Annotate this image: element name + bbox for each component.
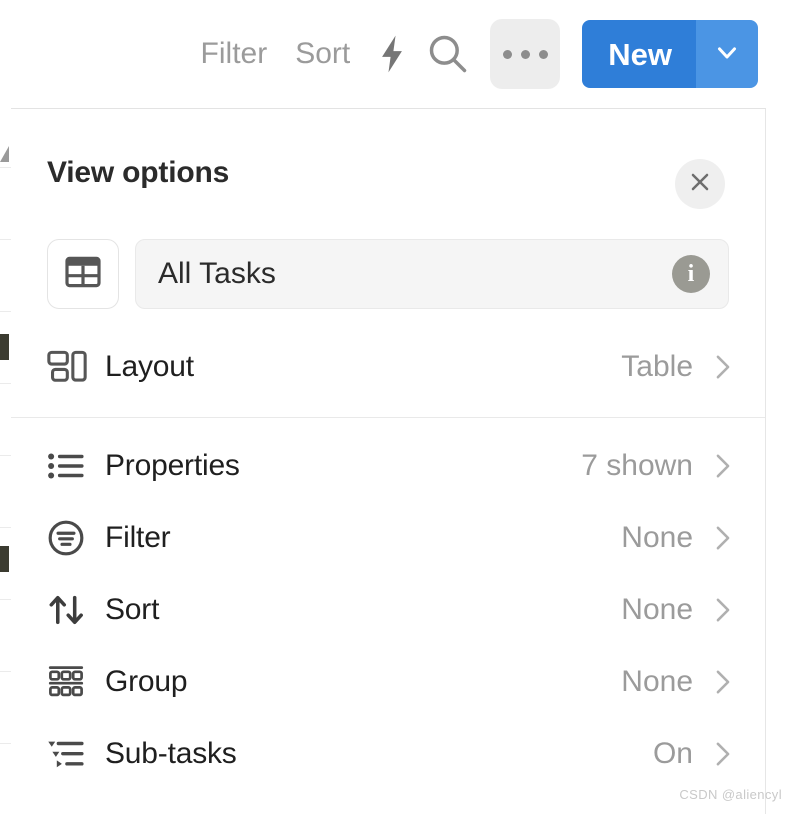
view-name-row: All Tasks i <box>11 239 765 309</box>
info-icon[interactable]: i <box>672 255 710 293</box>
search-button[interactable] <box>420 26 476 82</box>
group-label: Group <box>105 665 188 698</box>
layout-row[interactable]: Layout Table <box>11 331 765 403</box>
sub-tasks-label: Sub-tasks <box>105 737 237 770</box>
close-icon <box>687 169 713 200</box>
close-button[interactable] <box>675 159 725 209</box>
search-icon <box>426 32 470 76</box>
sub-tasks-value: On <box>652 737 693 770</box>
lightning-bolt-button[interactable] <box>364 26 420 82</box>
panel-divider <box>11 417 765 418</box>
view-options-panel: View options All Tasks i Layout Table Pr… <box>11 108 766 814</box>
chevron-right-icon <box>711 668 735 696</box>
filter-row[interactable]: Filter None <box>11 502 765 574</box>
new-button[interactable]: New <box>582 20 696 88</box>
watermark: CSDN @aliencyl <box>679 787 782 802</box>
group-row[interactable]: Group None <box>11 646 765 718</box>
sub-tasks-icon <box>47 738 105 770</box>
background-chip <box>0 546 9 572</box>
group-value: None <box>621 665 693 698</box>
sort-arrows-icon <box>47 591 105 629</box>
chevron-right-icon <box>711 524 735 552</box>
filter-label: Filter <box>105 521 171 554</box>
properties-list-icon <box>47 450 105 482</box>
toolbar-sort-button[interactable]: Sort <box>281 39 364 69</box>
chevron-down-icon <box>712 37 742 72</box>
new-dropdown-button[interactable] <box>696 20 758 88</box>
layout-icon <box>47 350 105 384</box>
table-icon <box>65 256 101 293</box>
properties-value: 7 shown <box>581 449 693 482</box>
properties-label: Properties <box>105 449 240 482</box>
properties-row[interactable]: Properties 7 shown <box>11 430 765 502</box>
sort-label: Sort <box>105 593 160 626</box>
background-marker-icon <box>0 146 9 162</box>
view-name-input[interactable]: All Tasks i <box>135 239 729 309</box>
panel-header: View options <box>11 109 765 237</box>
view-type-button[interactable] <box>47 239 119 309</box>
lightning-bolt-icon <box>375 33 409 75</box>
chevron-right-icon <box>711 452 735 480</box>
view-name-value: All Tasks <box>158 257 276 290</box>
sort-row[interactable]: Sort None <box>11 574 765 646</box>
app-root: Filter Sort New View options All Tasks i… <box>0 0 798 814</box>
filter-value: None <box>621 521 693 554</box>
sub-tasks-row[interactable]: Sub-tasks On <box>11 718 765 790</box>
toolbar-filter-button[interactable]: Filter <box>187 39 282 69</box>
chevron-right-icon <box>711 353 735 381</box>
ellipsis-icon <box>502 49 548 59</box>
panel-title: View options <box>47 156 230 189</box>
more-options-button[interactable] <box>490 19 561 89</box>
background-chip <box>0 334 9 360</box>
chevron-right-icon <box>711 596 735 624</box>
top-toolbar: Filter Sort New <box>0 0 798 108</box>
sort-value: None <box>621 593 693 626</box>
layout-value: Table <box>621 350 693 383</box>
filter-circle-icon <box>47 519 105 557</box>
group-grid-icon <box>47 664 105 700</box>
layout-label: Layout <box>105 350 194 383</box>
new-button-group[interactable]: New <box>582 20 758 88</box>
chevron-right-icon <box>711 740 735 768</box>
